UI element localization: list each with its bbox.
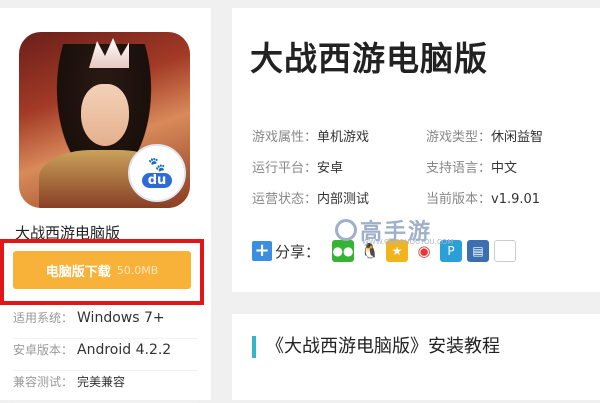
download-button-label: 电脑版下载 [45,264,111,280]
meta-value: 完美兼容 [77,375,126,389]
info-cell-type: 游戏类型：休闲益智 [426,126,600,157]
app-icon[interactable]: 🐾 du [19,32,190,208]
info-cell-platform: 运行平台：安卓 [252,157,426,188]
brand-logo-icon [335,219,357,241]
info-key: 支持语言： [426,161,492,176]
info-row: 游戏属性：单机游戏 游戏类型：休闲益智 [252,126,600,157]
info-value: 单机游戏 [317,130,370,145]
info-value: 中文 [491,161,518,176]
info-key: 运行平台： [252,161,318,176]
info-row: 运行平台：安卓 支持语言：中文 [252,157,600,188]
info-value: v1.9.01 [491,192,541,207]
meta-row-compat: 兼容测试： 完美兼容 [13,371,198,403]
meta-row-system: 适用系统： Windows 7+ [13,307,198,339]
info-cell-attribute: 游戏属性：单机游戏 [252,126,426,157]
meta-value: Windows 7+ [77,310,165,326]
brand-url: WWW.GAOSHOUYOU.COM [362,238,454,246]
download-size: 50.0MB [116,263,159,277]
info-value: 休闲益智 [491,130,544,145]
tutorial-section: 《大战西游电脑版》安装教程 [232,314,600,400]
meta-key: 适用系统： [13,311,74,325]
game-info-grid: 游戏属性：单机游戏 游戏类型：休闲益智 运行平台：安卓 支持语言：中文 运营状态… [252,126,600,219]
pc-download-button[interactable]: 电脑版下载 50.0MB [13,251,191,289]
info-cell-language: 支持语言：中文 [426,157,600,188]
info-key: 运营状态： [252,192,318,207]
info-value: 安卓 [317,161,344,176]
print-icon[interactable]: ▤ [467,240,490,262]
meta-key: 安卓版本： [13,343,74,357]
share-label: 分享： [275,242,321,261]
info-cell-version: 当前版本：v1.9.01 [426,188,600,219]
character-face [81,84,129,146]
character-crown [89,38,129,68]
game-detail-card: 大战西游电脑版 游戏属性：单机游戏 游戏类型：休闲益智 运行平台：安卓 支持语言… [232,8,600,292]
baidu-du-icon: 🐾 du [128,144,186,202]
info-key: 游戏类型： [426,130,492,145]
page-title: 大战西游电脑版 [250,39,488,78]
info-key: 当前版本： [426,192,492,207]
paw-icon: 🐾 [148,157,166,173]
app-meta-list: 适用系统： Windows 7+ 安卓版本： Android 4.2.2 兼容测试：… [13,307,198,403]
info-value: 内部测试 [317,192,370,207]
copy-icon[interactable] [494,240,517,262]
section-title: 《大战西游电脑版》安装教程 [252,336,500,358]
info-key: 游戏属性： [252,130,318,145]
meta-value: Android 4.2.2 [77,342,172,358]
meta-key: 兼容测试： [13,375,74,389]
share-plus-icon[interactable]: + [252,241,272,261]
du-badge-text: du [141,173,173,188]
meta-row-android: 安卓版本： Android 4.2.2 [13,339,198,371]
